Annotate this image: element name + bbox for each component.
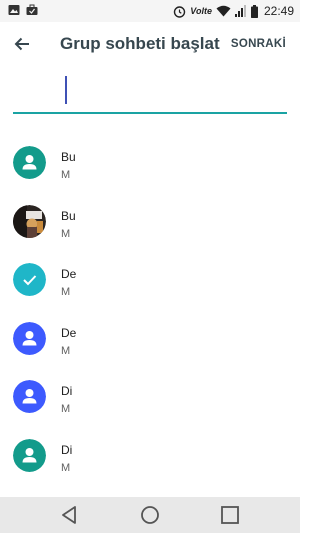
person-icon: [13, 321, 46, 355]
arrow-back-icon: [14, 37, 29, 51]
contact-subtitle: M: [61, 403, 71, 415]
contact-name: De: [61, 325, 77, 340]
contact-row[interactable]: Bu M: [0, 133, 300, 191]
person-icon: [13, 380, 46, 413]
contact-name: Bu: [61, 150, 76, 164]
home-circle-icon: [141, 506, 159, 524]
contact-row[interactable]: Di M: [0, 426, 300, 484]
contact-subtitle: M: [61, 344, 71, 357]
person-icon: [13, 146, 46, 179]
profile-photo-icon: [13, 204, 46, 238]
page-title: Grup sohbeti başlat: [60, 34, 220, 53]
search-field: [13, 68, 287, 114]
contact-name: Di: [61, 442, 73, 457]
nav-back-button[interactable]: [59, 504, 81, 526]
signal-icon: [234, 5, 246, 17]
contact-subtitle: M: [61, 286, 71, 298]
contact-list: Bu M Bu M De M De M Di M Di M: [0, 133, 300, 497]
contact-subtitle: M: [61, 227, 71, 240]
contact-row[interactable]: De M: [0, 309, 300, 367]
nav-recents-button[interactable]: [219, 504, 241, 526]
check-icon: [13, 263, 46, 296]
contact-row[interactable]: Bu M: [0, 192, 300, 250]
status-bar: Volte 22:49: [0, 0, 300, 22]
contact-avatar: [13, 438, 46, 472]
person-icon: [13, 438, 46, 472]
contact-row[interactable]: Di M: [0, 367, 300, 425]
search-input[interactable]: [13, 68, 287, 114]
selected-avatar: [13, 263, 46, 296]
contact-name: Di: [61, 384, 73, 398]
text-caret: [65, 76, 67, 104]
contact-row[interactable]: [0, 484, 300, 497]
contact-row[interactable]: De M: [0, 250, 300, 308]
contact-photo: [13, 204, 46, 238]
next-button[interactable]: SONRAKİ: [231, 38, 286, 50]
contact-avatar: [13, 321, 46, 355]
contact-subtitle: M: [61, 461, 71, 474]
contact-name: Bu: [61, 208, 76, 223]
navigation-bar: [0, 497, 300, 533]
alarm-icon: [174, 5, 186, 18]
contact-avatar: [13, 380, 46, 413]
contact-name: De: [61, 267, 77, 281]
gallery-icon: [8, 5, 20, 15]
contact-avatar: [13, 146, 46, 179]
nav-home-button[interactable]: [139, 504, 161, 526]
back-triangle-icon: [62, 506, 76, 524]
briefcase-icon: [26, 4, 38, 15]
status-clock: 22:49: [263, 4, 294, 18]
back-button[interactable]: [10, 32, 34, 56]
battery-icon: [250, 4, 258, 18]
volte-label: Volte: [190, 6, 212, 16]
recents-square-icon: [221, 506, 239, 524]
app-bar: Grup sohbeti başlat SONRAKİ: [0, 22, 300, 66]
wifi-icon: [216, 5, 231, 17]
contact-subtitle: M: [61, 169, 71, 181]
